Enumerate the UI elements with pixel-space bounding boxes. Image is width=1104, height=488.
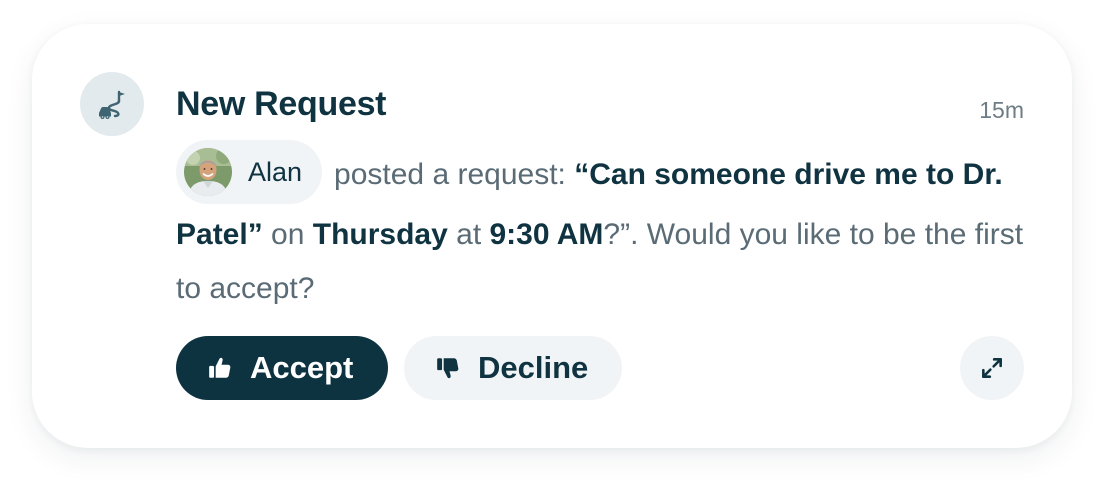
notification-title: New Request: [176, 85, 387, 123]
message-text: at: [447, 218, 490, 251]
decline-button[interactable]: Decline: [404, 336, 622, 400]
avatar: [184, 148, 232, 196]
expand-icon: [979, 355, 1005, 381]
requester-chip[interactable]: Alan: [176, 140, 323, 204]
message-text: on: [262, 218, 313, 251]
notification-card: New Request 15m Alan posted a request: “C…: [32, 24, 1072, 448]
message-text: posted a request:: [334, 157, 575, 191]
notification-message: Alan posted a request: “Can someone drive…: [176, 140, 1036, 316]
thumbs-down-icon: [434, 354, 462, 382]
expand-button[interactable]: [960, 336, 1024, 400]
accept-label: Accept: [250, 350, 354, 385]
request-day: Thursday: [312, 218, 448, 251]
car-route-icon: [80, 72, 144, 136]
request-time: 9:30 AM: [489, 218, 604, 251]
timestamp: 15m: [979, 97, 1024, 123]
accept-button[interactable]: Accept: [176, 336, 388, 400]
thumbs-up-icon: [206, 354, 234, 382]
decline-label: Decline: [478, 350, 589, 385]
requester-name: Alan: [248, 157, 303, 187]
